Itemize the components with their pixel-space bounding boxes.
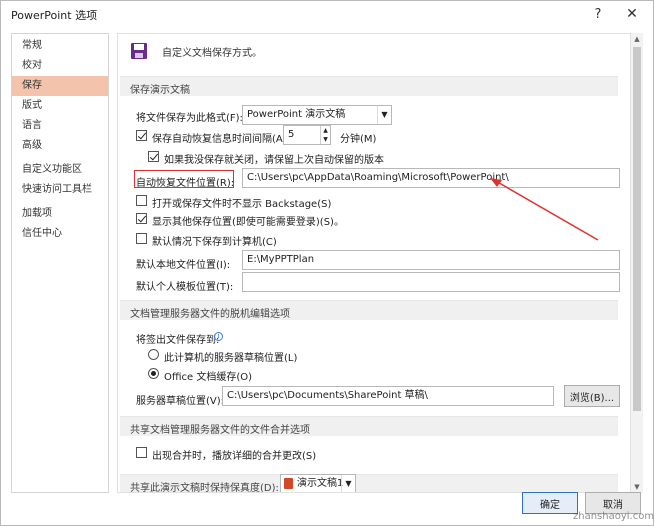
local-location-input[interactable]: E:\MyPPTPlan (242, 250, 620, 270)
sidebar-item-add-ins[interactable]: 加载项 (12, 204, 108, 224)
sidebar-item-customize-ribbon[interactable]: 自定义功能区 (12, 160, 108, 180)
chevron-down-icon: ▼ (341, 475, 355, 492)
autorecover-location-label: 自动恢复文件位置(R): (136, 178, 235, 189)
section-offline-editing: 文档管理服务器文件的脱机编辑选项 (120, 300, 618, 320)
office-cache-radio[interactable] (148, 368, 159, 379)
spin-arrows-icon[interactable]: ▲ ▼ (320, 126, 330, 144)
title-bar: PowerPoint 选项 ? ✕ (1, 1, 653, 27)
options-sidebar: 常规 校对 保存 版式 语言 高级 自定义功能区 快速访问工具栏 加载项 信任中… (11, 33, 109, 493)
sidebar-item-quick-access-toolbar[interactable]: 快速访问工具栏 (12, 180, 108, 200)
server-drafts-label: 此计算机的服务器草稿位置(L) (164, 353, 298, 364)
section-merge-options: 共享文档管理服务器文件的文件合并选项 (120, 416, 618, 436)
save-options-panel: 自定义文档保存方式。 保存演示文稿 将文件保存为此格式(F): PowerPoi… (117, 33, 631, 493)
keep-last-version-label: 如果我没保存就关闭，请保留上次自动保留的版本 (164, 155, 384, 166)
chevron-down-icon: ▼ (377, 106, 391, 124)
section-title: 文档管理服务器文件的脱机编辑选项 (130, 309, 290, 320)
watermark: zhanshaoyi.com (573, 511, 654, 522)
sidebar-item-save[interactable]: 保存 (12, 76, 108, 96)
no-backstage-checkbox[interactable] (136, 195, 147, 206)
template-location-label: 默认个人模板位置(T): (136, 282, 234, 293)
show-merge-checkbox[interactable] (136, 447, 147, 458)
no-backstage-label: 打开或保存文件时不显示 Backstage(S) (152, 199, 332, 210)
fidelity-presentation-value: 演示文稿1 (297, 478, 344, 489)
autorecover-minutes-stepper[interactable]: 5 ▲ ▼ (283, 125, 331, 145)
close-button[interactable]: ✕ (617, 3, 647, 25)
section-save-presentations: 保存演示文稿 (120, 76, 618, 96)
browse-button[interactable]: 浏览(B)... (564, 385, 620, 407)
sidebar-item-advanced[interactable]: 高级 (12, 136, 108, 156)
scrollbar-thumb[interactable] (633, 47, 641, 411)
save-to-computer-checkbox[interactable] (136, 233, 147, 244)
powerpoint-options-dialog: PowerPoint 选项 ? ✕ 常规 校对 保存 版式 语言 高级 自定义功… (0, 0, 654, 526)
sidebar-item-layout[interactable]: 版式 (12, 96, 108, 116)
section-fidelity: 共享此演示文稿时保持保真度(D): (120, 474, 618, 493)
save-format-label: 将文件保存为此格式(F): (136, 113, 243, 124)
drafts-location-label: 服务器草稿位置(V): (136, 396, 225, 407)
sidebar-item-language[interactable]: 语言 (12, 116, 108, 136)
server-drafts-radio[interactable] (148, 349, 159, 360)
vertical-scrollbar[interactable]: ▲ ▼ (631, 33, 643, 493)
autorecover-checkbox[interactable] (136, 130, 147, 141)
save-to-computer-label: 默认情况下保存到计算机(C) (152, 237, 277, 248)
sidebar-item-trust-center[interactable]: 信任中心 (12, 224, 108, 244)
drafts-location-input[interactable]: C:\Users\pc\Documents\SharePoint 草稿\ (222, 386, 554, 406)
save-checked-out-label: 将签出文件保存到: (136, 335, 220, 346)
section-title: 保存演示文稿 (130, 85, 190, 96)
ok-button[interactable]: 确定 (522, 492, 578, 514)
minutes-label: 分钟(M) (340, 134, 377, 145)
presentation-icon (284, 478, 293, 489)
show-merge-label: 出现合并时，播放详细的合并更改(S) (152, 451, 317, 462)
scroll-up-icon[interactable]: ▲ (631, 33, 643, 45)
floppy-disk-icon (131, 43, 147, 59)
local-location-label: 默认本地文件位置(I): (136, 260, 231, 271)
help-button[interactable]: ? (583, 3, 613, 25)
show-other-locations-label: 显示其他保存位置(即使可能需要登录)(S)。 (152, 217, 344, 228)
save-format-value: PowerPoint 演示文稿 (247, 109, 346, 120)
window-title: PowerPoint 选项 (11, 9, 98, 22)
show-other-locations-checkbox[interactable] (136, 213, 147, 224)
sidebar-item-proofing[interactable]: 校对 (12, 56, 108, 76)
autorecover-location-input[interactable]: C:\Users\pc\AppData\Roaming\Microsoft\Po… (242, 168, 620, 188)
office-cache-label: Office 文档缓存(O) (164, 372, 253, 383)
fidelity-presentation-select[interactable]: 演示文稿1 ▼ (280, 474, 356, 492)
sidebar-item-general[interactable]: 常规 (12, 36, 108, 56)
save-format-select[interactable]: PowerPoint 演示文稿 ▼ (242, 105, 392, 125)
autorecover-minutes-value: 5 (288, 129, 295, 140)
header-description: 自定义文档保存方式。 (162, 48, 262, 59)
template-location-input[interactable] (242, 272, 620, 292)
keep-last-version-checkbox[interactable] (148, 151, 159, 162)
info-icon: i (214, 332, 223, 341)
section-title: 共享文档管理服务器文件的文件合并选项 (130, 425, 310, 436)
section-title: 共享此演示文稿时保持保真度(D): (130, 483, 279, 493)
autorecover-label: 保存自动恢复信息时间间隔(A) (152, 134, 287, 145)
